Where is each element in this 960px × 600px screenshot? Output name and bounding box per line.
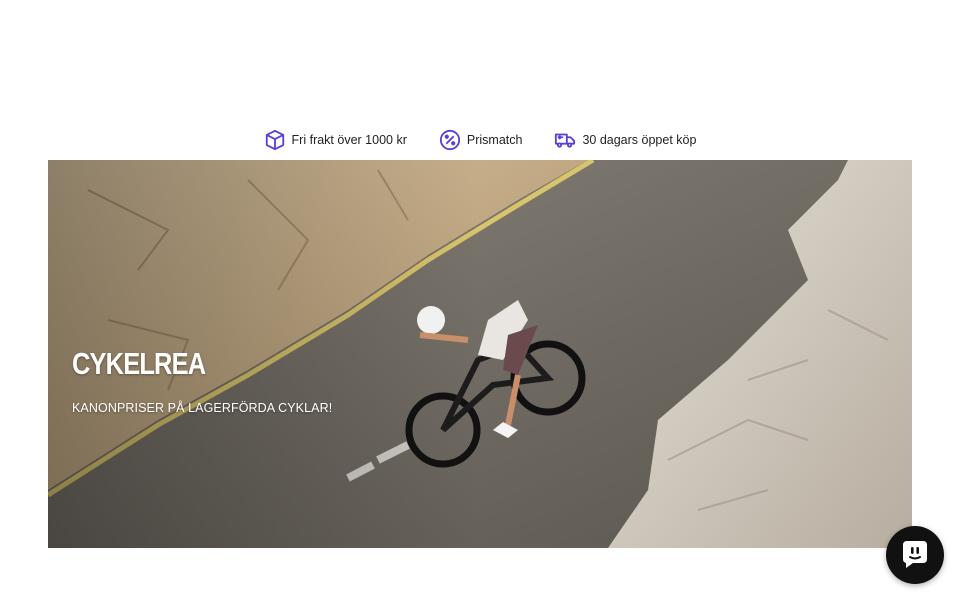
usp-bar: Fri frakt över 1000 kr Prismatch 30 daga… bbox=[0, 126, 960, 154]
usp-label: Fri frakt över 1000 kr bbox=[291, 133, 407, 147]
usp-open-purchase: 30 dagars öppet köp bbox=[554, 129, 696, 151]
hero-subtitle: KANONPRISER PÅ LAGERFÖRDA CYKLAR! bbox=[72, 401, 333, 415]
return-truck-icon bbox=[554, 129, 576, 151]
box-icon bbox=[264, 129, 286, 151]
percent-badge-icon bbox=[439, 129, 461, 151]
hero-title: CYKELREA bbox=[72, 346, 206, 381]
usp-free-shipping: Fri frakt över 1000 kr bbox=[264, 129, 407, 151]
chat-bubble-icon bbox=[903, 541, 927, 568]
usp-price-match: Prismatch bbox=[439, 129, 523, 151]
usp-label: 30 dagars öppet köp bbox=[582, 133, 697, 147]
chat-button[interactable] bbox=[886, 526, 944, 584]
hero-banner[interactable]: CYKELREA KANONPRISER PÅ LAGERFÖRDA CYKLA… bbox=[48, 160, 912, 548]
usp-label: Prismatch bbox=[466, 133, 523, 147]
